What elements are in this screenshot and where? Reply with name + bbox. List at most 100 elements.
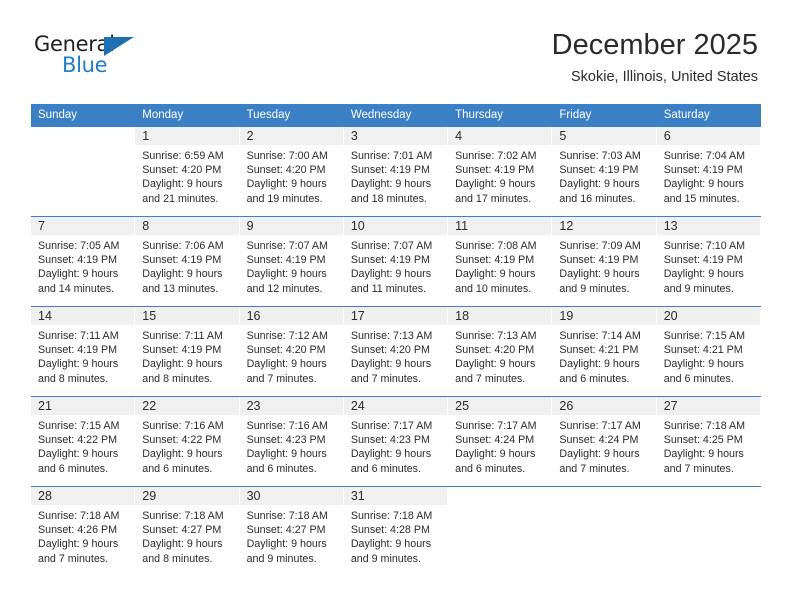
day-cell[interactable]: 17 Sunrise: 7:13 AM Sunset: 4:20 PM Dayligh… — [343, 307, 449, 396]
day-details: Sunrise: 7:02 AM Sunset: 4:19 PM Daylight:… — [448, 145, 551, 206]
day-cell[interactable]: 30 Sunrise: 7:18 AM Sunset: 4:27 PM Dayligh… — [239, 487, 344, 576]
daylight-text-line2: and 7 minutes. — [246, 372, 317, 385]
day-cell[interactable]: 13 Sunrise: 7:10 AM Sunset: 4:19 PM Dayligh… — [656, 217, 761, 306]
sunrise-text: Sunrise: 7:10 AM — [663, 240, 746, 252]
day-details — [657, 505, 760, 509]
day-cell[interactable]: 1 Sunrise: 6:59 AM Sunset: 4:20 PM Daylight… — [135, 127, 240, 216]
sunrise-text: Sunrise: 7:17 AM — [455, 420, 537, 432]
day-details: Sunrise: 7:12 AM Sunset: 4:20 PM Daylight:… — [240, 325, 343, 386]
day-cell[interactable]: 2 Sunrise: 7:00 AM Sunset: 4:20 PM Daylight… — [239, 127, 344, 216]
day-number: 23 — [246, 399, 261, 413]
daylight-text-line1: Daylight: 9 hours — [142, 268, 223, 281]
sunset-text: Sunset: 4:22 PM — [38, 434, 118, 447]
day-number: 2 — [246, 129, 254, 143]
day-number-band: 22 — [135, 397, 239, 415]
day-number-band: 12 — [552, 217, 656, 235]
daylight-text-line1: Daylight: 9 hours — [246, 358, 327, 371]
daylight-text-line2: and 19 minutes. — [246, 192, 323, 205]
day-cell[interactable]: 26 Sunrise: 7:17 AM Sunset: 4:24 PM Dayligh… — [552, 397, 657, 486]
daylight-text-line1: Daylight: 9 hours — [38, 538, 119, 551]
day-number-band: 11 — [448, 217, 552, 235]
sunrise-text: Sunrise: 7:12 AM — [246, 330, 328, 342]
daylight-text-line2: and 9 minutes. — [246, 552, 317, 565]
sunset-text: Sunset: 4:24 PM — [455, 434, 535, 447]
day-cell[interactable]: 9 Sunrise: 7:07 AM Sunset: 4:19 PM Daylight… — [239, 217, 344, 306]
weekday-header-tuesday: Tuesday — [246, 109, 291, 121]
day-cell[interactable]: 19 Sunrise: 7:14 AM Sunset: 4:21 PM Dayligh… — [552, 307, 657, 396]
sunrise-text: Sunrise: 7:18 AM — [38, 510, 120, 522]
sunrise-text: Sunrise: 7:07 AM — [350, 240, 433, 252]
day-number: 11 — [455, 219, 469, 233]
day-number-band: 27 — [656, 397, 760, 415]
day-cell[interactable]: 22 Sunrise: 7:16 AM Sunset: 4:22 PM Dayligh… — [135, 397, 240, 486]
daylight-text-line2: and 6 minutes. — [663, 372, 734, 385]
general-blue-logo[interactable]: General Blue — [34, 32, 154, 84]
day-cell[interactable]: 10 Sunrise: 7:07 AM Sunset: 4:19 PM Dayligh… — [343, 217, 449, 306]
day-cell[interactable]: 16 Sunrise: 7:12 AM Sunset: 4:20 PM Dayligh… — [239, 307, 344, 396]
daylight-text-line2: and 11 minutes. — [350, 282, 427, 295]
day-cell[interactable]: 4 Sunrise: 7:02 AM Sunset: 4:19 PM Daylight… — [448, 127, 553, 216]
day-number: 22 — [142, 399, 157, 413]
daylight-text-line2: and 7 minutes. — [350, 372, 421, 385]
sunset-text: Sunset: 4:25 PM — [663, 434, 743, 447]
daylight-text-line2: and 15 minutes. — [663, 192, 740, 205]
daylight-text-line2: and 8 minutes. — [142, 552, 213, 565]
sunset-text: Sunset: 4:19 PM — [455, 164, 535, 177]
sunset-text: Sunset: 4:20 PM — [246, 344, 326, 357]
day-cell[interactable]: 3 Sunrise: 7:01 AM Sunset: 4:19 PM Daylight… — [343, 127, 449, 216]
day-cell[interactable]: 11 Sunrise: 7:08 AM Sunset: 4:19 PM Dayligh… — [448, 217, 553, 306]
daylight-text-line1: Daylight: 9 hours — [559, 178, 640, 191]
sunrise-text: Sunrise: 7:15 AM — [38, 420, 120, 432]
day-cell[interactable]: 5 Sunrise: 7:03 AM Sunset: 4:19 PM Daylight… — [552, 127, 657, 216]
day-cell[interactable]: 12 Sunrise: 7:09 AM Sunset: 4:19 PM Dayligh… — [552, 217, 657, 306]
day-cell[interactable]: 21 Sunrise: 7:15 AM Sunset: 4:22 PM Dayligh… — [31, 397, 136, 486]
day-number-band: 4 — [448, 127, 552, 145]
daylight-text-line2: and 7 minutes. — [663, 462, 734, 475]
day-number-band: 10 — [343, 217, 448, 235]
day-cell[interactable]: 18 Sunrise: 7:13 AM Sunset: 4:20 PM Dayligh… — [448, 307, 553, 396]
sunset-text: Sunset: 4:19 PM — [559, 254, 639, 267]
day-number-band: 30 — [239, 487, 343, 505]
sunset-text: Sunset: 4:19 PM — [142, 254, 222, 267]
day-cell[interactable]: 8 Sunrise: 7:06 AM Sunset: 4:19 PM Daylight… — [135, 217, 240, 306]
sunset-text: Sunset: 4:19 PM — [350, 254, 430, 267]
day-cell[interactable]: 20 Sunrise: 7:15 AM Sunset: 4:21 PM Dayligh… — [656, 307, 761, 396]
weekday-header-sunday: Sunday — [38, 109, 78, 121]
day-cell[interactable]: 31 Sunrise: 7:18 AM Sunset: 4:28 PM Dayligh… — [343, 487, 449, 576]
sunset-text: Sunset: 4:20 PM — [142, 164, 222, 177]
day-cell[interactable]: 28 Sunrise: 7:18 AM Sunset: 4:26 PM Dayligh… — [31, 487, 136, 576]
day-details: Sunrise: 6:59 AM Sunset: 4:20 PM Daylight:… — [135, 145, 238, 206]
day-cell[interactable]: 25 Sunrise: 7:17 AM Sunset: 4:24 PM Dayligh… — [448, 397, 553, 486]
day-cell[interactable]: 27 Sunrise: 7:18 AM Sunset: 4:25 PM Dayligh… — [656, 397, 761, 486]
day-number: 7 — [38, 219, 45, 233]
sunset-text: Sunset: 4:19 PM — [455, 254, 535, 267]
daylight-text-line1: Daylight: 9 hours — [142, 178, 223, 191]
logo-triangle-icon — [104, 37, 134, 56]
day-number-band — [552, 487, 656, 505]
daylight-text-line1: Daylight: 9 hours — [350, 358, 432, 371]
day-details: Sunrise: 7:08 AM Sunset: 4:19 PM Daylight:… — [448, 235, 551, 296]
day-cell[interactable]: 6 Sunrise: 7:04 AM Sunset: 4:19 PM Daylight… — [656, 127, 761, 216]
daylight-text-line2: and 6 minutes. — [246, 462, 317, 475]
day-cell[interactable]: 24 Sunrise: 7:17 AM Sunset: 4:23 PM Dayligh… — [343, 397, 449, 486]
day-cell[interactable]: 14 Sunrise: 7:11 AM Sunset: 4:19 PM Dayligh… — [31, 307, 136, 396]
day-number: 3 — [350, 129, 358, 143]
daylight-text-line1: Daylight: 9 hours — [663, 448, 744, 461]
day-cell[interactable]: 7 Sunrise: 7:05 AM Sunset: 4:19 PM Daylight… — [31, 217, 136, 306]
sunrise-text: Sunrise: 7:18 AM — [663, 420, 746, 432]
sunrise-text: Sunrise: 7:09 AM — [559, 240, 641, 252]
day-details: Sunrise: 7:17 AM Sunset: 4:24 PM Daylight:… — [552, 415, 655, 476]
sunrise-text: Sunrise: 7:17 AM — [350, 420, 433, 432]
day-cell[interactable]: 23 Sunrise: 7:16 AM Sunset: 4:23 PM Dayligh… — [239, 397, 344, 486]
day-number: 19 — [559, 309, 574, 323]
day-details: Sunrise: 7:18 AM Sunset: 4:25 PM Daylight:… — [657, 415, 760, 476]
daylight-text-line1: Daylight: 9 hours — [350, 538, 432, 551]
day-cell[interactable]: 15 Sunrise: 7:11 AM Sunset: 4:19 PM Dayligh… — [135, 307, 240, 396]
sunset-text: Sunset: 4:19 PM — [663, 254, 743, 267]
daylight-text-line1: Daylight: 9 hours — [246, 268, 327, 281]
sunset-text: Sunset: 4:19 PM — [559, 164, 639, 177]
day-number: 9 — [246, 219, 254, 233]
day-cell[interactable]: 29 Sunrise: 7:18 AM Sunset: 4:27 PM Dayligh… — [135, 487, 240, 576]
day-number-band: 9 — [239, 217, 343, 235]
day-details: Sunrise: 7:13 AM Sunset: 4:20 PM Daylight:… — [448, 325, 551, 386]
